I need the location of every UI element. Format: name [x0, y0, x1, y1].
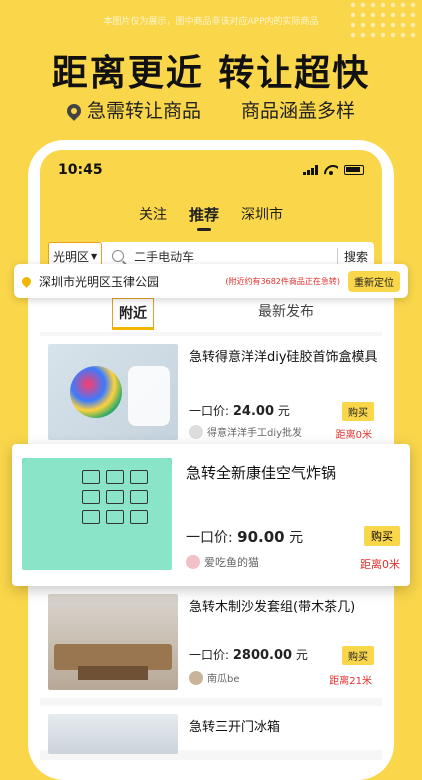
listing-distance: 距离21米	[329, 676, 372, 687]
subtab-nearby[interactable]: 附近	[112, 298, 154, 330]
price-label: 一口价:	[186, 530, 233, 546]
listing-card-highlight[interactable]: 急转全新康佳空气炸锅 一口价: 90.00 元 购买 爱吃鱼的猫 距离0米	[12, 444, 410, 586]
listing-title: 急转得意洋洋diy硅胶首饰盒模具	[189, 350, 378, 365]
search-icon	[112, 250, 125, 262]
listing-card[interactable]: 急转得意洋洋diy硅胶首饰盒模具 一口价: 24.00 元 购买 得意洋洋手工d…	[40, 336, 382, 444]
seller-name: 得意洋洋手工diy批发	[207, 428, 303, 439]
tab-city[interactable]: 深圳市	[241, 204, 283, 225]
buy-button[interactable]: 购买	[342, 646, 374, 665]
location-name: 深圳市光明区玉律公园	[39, 274, 160, 289]
avatar	[189, 670, 203, 685]
disclaimer-text: 本图片仅为展示，图中商品非该对应APP内的实际商品	[103, 17, 319, 27]
top-tabs: 关注 推荐 深圳市	[40, 204, 382, 231]
seller-name: 爱吃鱼的猫	[204, 556, 259, 569]
status-bar: 10:45	[58, 162, 364, 178]
listing-card[interactable]: 急转三开门冰箱	[40, 706, 382, 754]
battery-icon	[344, 165, 364, 175]
status-time: 10:45	[58, 162, 103, 178]
avatar	[189, 424, 203, 439]
banner-tagline: 急需转让商品 商品涵盖多样	[0, 96, 422, 123]
listing-distance: 距离0米	[335, 430, 372, 441]
price-label: 一口价:	[189, 648, 230, 662]
listing-price: 一口价: 24.00 元	[189, 402, 290, 419]
district-label: 光明区	[53, 249, 90, 264]
price-value: 90.00	[237, 528, 285, 546]
tagline-left: 急需转让商品	[64, 96, 201, 123]
location-popup: 深圳市光明区玉律公园 (附近约有3682件商品正在急转) 重新定位	[14, 264, 408, 298]
buy-button[interactable]: 购买	[364, 526, 400, 546]
listing-title: 急转三开门冰箱	[189, 720, 281, 735]
listing-title: 急转全新康佳空气炸锅	[186, 464, 337, 482]
tab-follow[interactable]: 关注	[139, 204, 167, 225]
sub-tabs: 附近 最新发布	[40, 296, 382, 332]
listing-distance: 距离0米	[360, 558, 400, 571]
signal-icon	[303, 165, 318, 175]
air-fryer-panel-icons	[82, 470, 152, 524]
avatar	[186, 555, 200, 569]
price-unit: 元	[289, 530, 304, 546]
location-pin-icon	[20, 274, 33, 288]
wifi-icon	[324, 165, 338, 175]
price-value: 24.00	[232, 404, 274, 419]
buy-button[interactable]: 购买	[342, 402, 374, 421]
relocate-button[interactable]: 重新定位	[348, 270, 400, 292]
tagline-left-text: 急需转让商品	[86, 100, 201, 122]
search-input[interactable]: 二手电动车	[134, 248, 337, 265]
price-unit: 元	[295, 648, 308, 662]
tagline-right: 商品涵盖多样	[241, 100, 356, 122]
status-icons	[303, 162, 364, 178]
listing-seller: 得意洋洋手工diy批发	[189, 424, 302, 439]
listing-seller: 南瓜be	[189, 670, 240, 685]
caret-down-icon: ▼	[91, 251, 98, 261]
price-label: 一口价:	[189, 404, 230, 418]
listing-image	[22, 458, 172, 570]
listing-title: 急转木制沙发套组(带木茶几)	[189, 600, 356, 615]
listing-image	[48, 594, 178, 690]
price-unit: 元	[277, 404, 290, 418]
search-button[interactable]: 搜索	[336, 247, 374, 265]
listing-price: 一口价: 90.00 元	[186, 527, 303, 547]
tab-recommend[interactable]: 推荐	[189, 204, 219, 231]
listing-price: 一口价: 2800.00 元	[189, 646, 308, 663]
location-pin-icon	[64, 101, 84, 121]
listing-image	[48, 344, 178, 440]
price-value: 2800.00	[232, 648, 293, 663]
listing-image	[48, 714, 178, 754]
subtab-latest[interactable]: 最新发布	[258, 301, 314, 321]
listing-seller: 爱吃鱼的猫	[186, 554, 259, 570]
seller-name: 南瓜be	[207, 674, 240, 685]
location-note: (附近约有3682件商品正在急转)	[225, 276, 340, 286]
banner-headline: 距离更近 转让超快	[51, 53, 371, 94]
listing-card[interactable]: 急转木制沙发套组(带木茶几) 一口价: 2800.00 元 购买 南瓜be 距离…	[40, 586, 382, 698]
